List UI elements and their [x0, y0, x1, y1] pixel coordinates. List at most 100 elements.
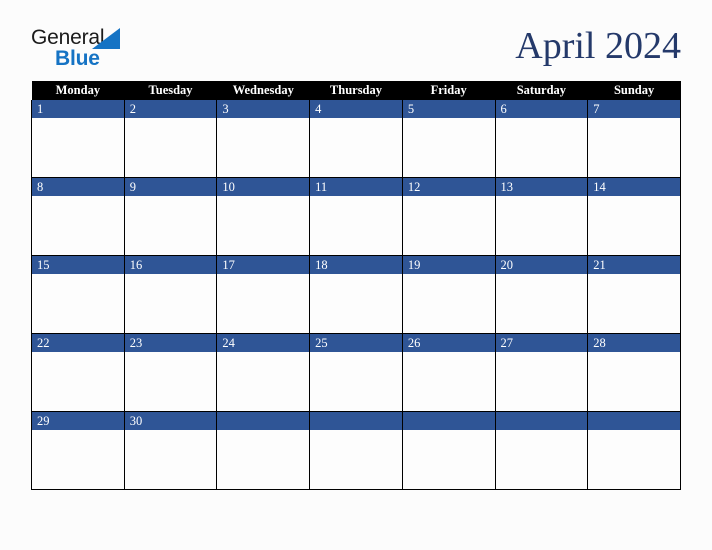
day-events-area[interactable] — [588, 274, 680, 333]
calendar-day-cell[interactable]: 17 — [216, 255, 311, 334]
day-events-area[interactable] — [495, 352, 588, 411]
calendar-page: General Blue April 2024 Monday Tuesday W… — [0, 0, 712, 550]
calendar-day-cell[interactable]: 2 — [123, 100, 218, 178]
day-events-area[interactable] — [588, 118, 680, 177]
day-events-area[interactable] — [402, 352, 495, 411]
day-number — [495, 412, 588, 430]
calendar-day-cell[interactable]: 8 — [31, 177, 125, 256]
day-events-area[interactable] — [588, 196, 680, 255]
day-number: 16 — [124, 256, 217, 274]
calendar-day-cell[interactable]: 28 — [587, 333, 681, 412]
day-events-area[interactable] — [310, 352, 402, 411]
day-number: 28 — [588, 334, 680, 352]
calendar-day-cell-empty — [309, 411, 403, 490]
weekday-header-saturday: Saturday — [495, 81, 588, 100]
page-title: April 2024 — [515, 25, 681, 67]
day-events-area[interactable] — [495, 118, 588, 177]
weekday-header-tuesday: Tuesday — [124, 81, 217, 100]
blue-triangle-icon — [92, 28, 120, 49]
day-events-area — [588, 430, 680, 489]
day-number: 17 — [217, 256, 310, 274]
day-events-area[interactable] — [32, 430, 124, 489]
calendar-day-cell[interactable]: 22 — [31, 333, 125, 412]
calendar-day-cell[interactable]: 4 — [309, 100, 403, 178]
weekday-header-monday: Monday — [31, 81, 125, 100]
day-number: 15 — [32, 256, 124, 274]
day-number: 2 — [124, 100, 217, 118]
day-events-area[interactable] — [124, 352, 217, 411]
day-number: 10 — [217, 178, 310, 196]
day-number: 9 — [124, 178, 217, 196]
page-header: General Blue April 2024 — [0, 0, 712, 80]
weekday-header-row: Monday Tuesday Wednesday Thursday Friday… — [31, 81, 681, 100]
day-events-area[interactable] — [124, 430, 217, 489]
calendar-day-cell[interactable]: 1 — [31, 100, 125, 178]
day-events-area[interactable] — [32, 118, 124, 177]
day-events-area[interactable] — [402, 274, 495, 333]
calendar-day-cell[interactable]: 30 — [123, 411, 218, 490]
day-number — [588, 412, 680, 430]
calendar-day-cell[interactable]: 7 — [587, 100, 681, 178]
day-number: 13 — [495, 178, 588, 196]
day-number: 27 — [495, 334, 588, 352]
calendar-day-cell[interactable]: 3 — [216, 100, 311, 178]
day-number: 20 — [495, 256, 588, 274]
calendar-week-row: 15 16 17 18 19 20 21 — [31, 255, 681, 334]
calendar-day-cell[interactable]: 5 — [401, 100, 496, 178]
calendar-day-cell[interactable]: 12 — [401, 177, 496, 256]
day-number: 3 — [217, 100, 310, 118]
day-number: 19 — [402, 256, 495, 274]
day-events-area — [402, 430, 495, 489]
day-events-area[interactable] — [124, 274, 217, 333]
day-number: 11 — [310, 178, 402, 196]
day-events-area[interactable] — [402, 196, 495, 255]
day-number: 21 — [588, 256, 680, 274]
calendar-week-row: 22 23 24 25 26 27 28 — [31, 333, 681, 412]
calendar-day-cell[interactable]: 15 — [31, 255, 125, 334]
day-events-area[interactable] — [32, 196, 124, 255]
calendar-day-cell[interactable]: 14 — [587, 177, 681, 256]
calendar-day-cell[interactable]: 9 — [123, 177, 218, 256]
calendar-day-cell[interactable]: 19 — [401, 255, 496, 334]
calendar-day-cell[interactable]: 26 — [401, 333, 496, 412]
day-number: 23 — [124, 334, 217, 352]
calendar-day-cell[interactable]: 24 — [216, 333, 311, 412]
calendar-day-cell-empty — [494, 411, 589, 490]
day-events-area[interactable] — [32, 352, 124, 411]
calendar-grid: Monday Tuesday Wednesday Thursday Friday… — [31, 81, 681, 490]
calendar-day-cell[interactable]: 10 — [216, 177, 311, 256]
calendar-day-cell[interactable]: 16 — [123, 255, 218, 334]
day-events-area[interactable] — [217, 118, 310, 177]
day-number — [310, 412, 402, 430]
calendar-day-cell[interactable]: 6 — [494, 100, 589, 178]
day-events-area[interactable] — [124, 196, 217, 255]
day-events-area[interactable] — [310, 118, 402, 177]
calendar-week-row: 8 9 10 11 12 13 14 — [31, 177, 681, 256]
calendar-day-cell[interactable]: 11 — [309, 177, 403, 256]
calendar-day-cell[interactable]: 20 — [494, 255, 589, 334]
day-number: 5 — [402, 100, 495, 118]
day-events-area[interactable] — [217, 274, 310, 333]
day-number: 24 — [217, 334, 310, 352]
calendar-day-cell-empty — [587, 411, 681, 490]
calendar-day-cell[interactable]: 27 — [494, 333, 589, 412]
calendar-day-cell-empty — [216, 411, 311, 490]
calendar-day-cell[interactable]: 13 — [494, 177, 589, 256]
general-blue-logo[interactable]: General Blue — [31, 27, 181, 73]
day-events-area[interactable] — [217, 196, 310, 255]
day-events-area[interactable] — [310, 274, 402, 333]
calendar-day-cell[interactable]: 25 — [309, 333, 403, 412]
day-events-area[interactable] — [495, 196, 588, 255]
weekday-header-friday: Friday — [402, 81, 496, 100]
day-events-area[interactable] — [217, 352, 310, 411]
day-events-area[interactable] — [124, 118, 217, 177]
calendar-day-cell[interactable]: 21 — [587, 255, 681, 334]
calendar-day-cell[interactable]: 23 — [123, 333, 218, 412]
calendar-day-cell[interactable]: 18 — [309, 255, 403, 334]
day-events-area[interactable] — [495, 274, 588, 333]
day-events-area[interactable] — [588, 352, 680, 411]
day-events-area[interactable] — [402, 118, 495, 177]
calendar-day-cell[interactable]: 29 — [31, 411, 125, 490]
day-events-area[interactable] — [310, 196, 402, 255]
day-events-area[interactable] — [32, 274, 124, 333]
